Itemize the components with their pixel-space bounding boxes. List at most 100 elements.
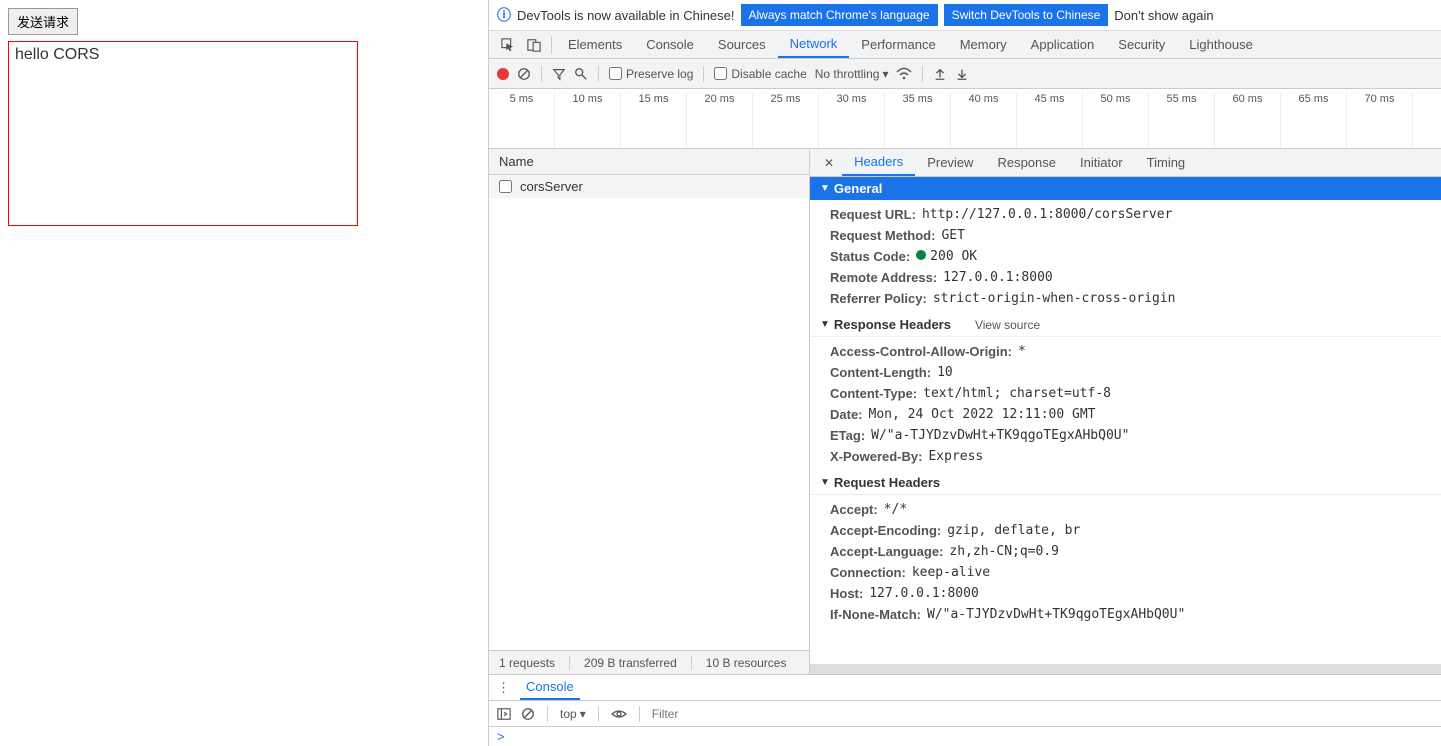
info-icon: ⓘ: [497, 5, 511, 25]
header-value: 127.0.0.1:8000: [869, 586, 979, 601]
tab-elements[interactable]: Elements: [556, 31, 634, 58]
filter-icon[interactable]: [552, 67, 566, 81]
header-row: Date:Mon, 24 Oct 2022 12:11:00 GMT: [810, 404, 1441, 425]
requests-count: 1 requests: [499, 656, 555, 670]
header-value: W/"a-TJYDzvDwHt+TK9qgoTEgxAHbQ0U": [871, 428, 1129, 443]
eye-icon[interactable]: [611, 708, 627, 720]
section-request-header[interactable]: ▼ Request Headers: [810, 471, 1441, 495]
header-row: Status Code:200 OK: [810, 246, 1441, 267]
section-general-header[interactable]: ▼ General: [810, 177, 1441, 200]
header-row: X-Powered-By:Express: [810, 446, 1441, 467]
wifi-icon[interactable]: [896, 67, 912, 81]
resources-size: 10 B resources: [706, 656, 787, 670]
header-value: GET: [941, 228, 964, 243]
header-key: Accept-Language:: [830, 544, 943, 559]
header-row: Access-Control-Allow-Origin:*: [810, 341, 1441, 362]
status-dot-icon: [916, 250, 926, 260]
header-row: Accept-Language: zh,zh-CN;q=0.9: [810, 541, 1441, 562]
timeline-tick: 10 ms: [555, 93, 621, 148]
header-key: Host:: [830, 586, 863, 601]
network-toolbar: Preserve log Disable cache No throttling…: [489, 59, 1441, 89]
divider: [541, 66, 542, 82]
horizontal-scrollbar[interactable]: [810, 664, 1441, 674]
header-value: http://127.0.0.1:8000/corsServer: [922, 207, 1172, 222]
header-row: Content-Type: text/html; charset=utf-8: [810, 383, 1441, 404]
network-status-bar: 1 requests 209 B transferred 10 B resour…: [489, 650, 809, 674]
tab-performance[interactable]: Performance: [849, 31, 947, 58]
timeline-tick: 55 ms: [1149, 93, 1215, 148]
dont-show-again-link[interactable]: Don't show again: [1114, 8, 1213, 23]
network-timeline[interactable]: 5 ms10 ms15 ms20 ms25 ms30 ms35 ms40 ms4…: [489, 89, 1441, 149]
output-box: hello CORS: [8, 41, 358, 226]
tab-security[interactable]: Security: [1106, 31, 1177, 58]
tab-sources[interactable]: Sources: [706, 31, 778, 58]
header-key: Request URL:: [830, 207, 916, 222]
request-list: Name corsServer 1 requests 209 B transfe…: [489, 149, 810, 674]
tab-application[interactable]: Application: [1019, 31, 1107, 58]
console-prompt[interactable]: >: [489, 727, 1441, 746]
tab-console[interactable]: Console: [634, 31, 706, 58]
upload-icon[interactable]: [933, 67, 947, 81]
request-name: corsServer: [520, 179, 583, 194]
console-filter-input[interactable]: [652, 707, 852, 721]
detail-tab-timing[interactable]: Timing: [1135, 149, 1198, 176]
context-select[interactable]: top ▾: [560, 707, 586, 721]
inspect-element-icon[interactable]: [495, 34, 521, 56]
console-sidebar-icon[interactable]: [497, 707, 511, 721]
transferred-size: 209 B transferred: [584, 656, 677, 670]
clear-icon[interactable]: [517, 67, 531, 81]
header-value: text/html; charset=utf-8: [923, 386, 1111, 401]
header-key: Accept:: [830, 502, 878, 517]
header-value: 127.0.0.1:8000: [943, 270, 1053, 285]
device-toolbar-icon[interactable]: [521, 34, 547, 56]
timeline-tick: 40 ms: [951, 93, 1017, 148]
section-response-header[interactable]: ▼ Response Headers View source: [810, 313, 1441, 337]
timeline-tick: 35 ms: [885, 93, 951, 148]
header-row: Referrer Policy: strict-origin-when-cross…: [810, 288, 1441, 309]
chevron-down-icon: ▾: [580, 707, 586, 721]
throttling-select[interactable]: No throttling ▾: [815, 67, 889, 81]
tab-network[interactable]: Network: [778, 31, 850, 58]
divider: [691, 656, 692, 670]
search-icon[interactable]: [574, 67, 588, 81]
detail-tabs: ✕ HeadersPreviewResponseInitiatorTiming: [810, 149, 1441, 177]
header-value: W/"a-TJYDzvDwHt+TK9qgoTEgxAHbQ0U": [927, 607, 1185, 622]
view-source-link[interactable]: View source: [975, 318, 1040, 332]
context-label: top: [560, 707, 577, 721]
header-row: ETag:W/"a-TJYDzvDwHt+TK9qgoTEgxAHbQ0U": [810, 425, 1441, 446]
always-match-language-button[interactable]: Always match Chrome's language: [741, 4, 938, 26]
header-value: strict-origin-when-cross-origin: [933, 291, 1176, 306]
header-value: zh,zh-CN;q=0.9: [949, 544, 1059, 559]
divider: [569, 656, 570, 670]
detail-tab-headers[interactable]: Headers: [842, 149, 915, 176]
timeline-tick: 65 ms: [1281, 93, 1347, 148]
header-key: Accept-Encoding:: [830, 523, 941, 538]
tab-lighthouse[interactable]: Lighthouse: [1177, 31, 1265, 58]
detail-tab-initiator[interactable]: Initiator: [1068, 149, 1135, 176]
detail-tab-response[interactable]: Response: [985, 149, 1068, 176]
tab-console[interactable]: Console: [520, 675, 580, 700]
row-checkbox[interactable]: [499, 180, 512, 193]
triangle-down-icon: ▼: [820, 183, 830, 194]
header-key: If-None-Match:: [830, 607, 921, 622]
disable-cache-checkbox[interactable]: Disable cache: [714, 67, 806, 81]
header-key: Remote Address:: [830, 270, 937, 285]
tab-memory[interactable]: Memory: [948, 31, 1019, 58]
header-row: Connection:keep-alive: [810, 562, 1441, 583]
kebab-menu-icon[interactable]: ⋮: [497, 680, 510, 696]
preserve-log-checkbox[interactable]: Preserve log: [609, 67, 693, 81]
header-key: Referrer Policy:: [830, 291, 927, 306]
timeline-tick: 15 ms: [621, 93, 687, 148]
name-column-header[interactable]: Name: [489, 149, 809, 175]
download-icon[interactable]: [955, 67, 969, 81]
header-key: Content-Type:: [830, 386, 917, 401]
detail-tab-preview[interactable]: Preview: [915, 149, 985, 176]
timeline-tick: 5 ms: [489, 93, 555, 148]
section-general-title: General: [834, 181, 882, 196]
record-button[interactable]: [497, 68, 509, 80]
send-request-button[interactable]: 发送请求: [8, 8, 78, 35]
close-details-icon[interactable]: ✕: [816, 156, 842, 170]
switch-to-chinese-button[interactable]: Switch DevTools to Chinese: [944, 4, 1109, 26]
clear-console-icon[interactable]: [521, 707, 535, 721]
request-row[interactable]: corsServer: [489, 175, 809, 198]
